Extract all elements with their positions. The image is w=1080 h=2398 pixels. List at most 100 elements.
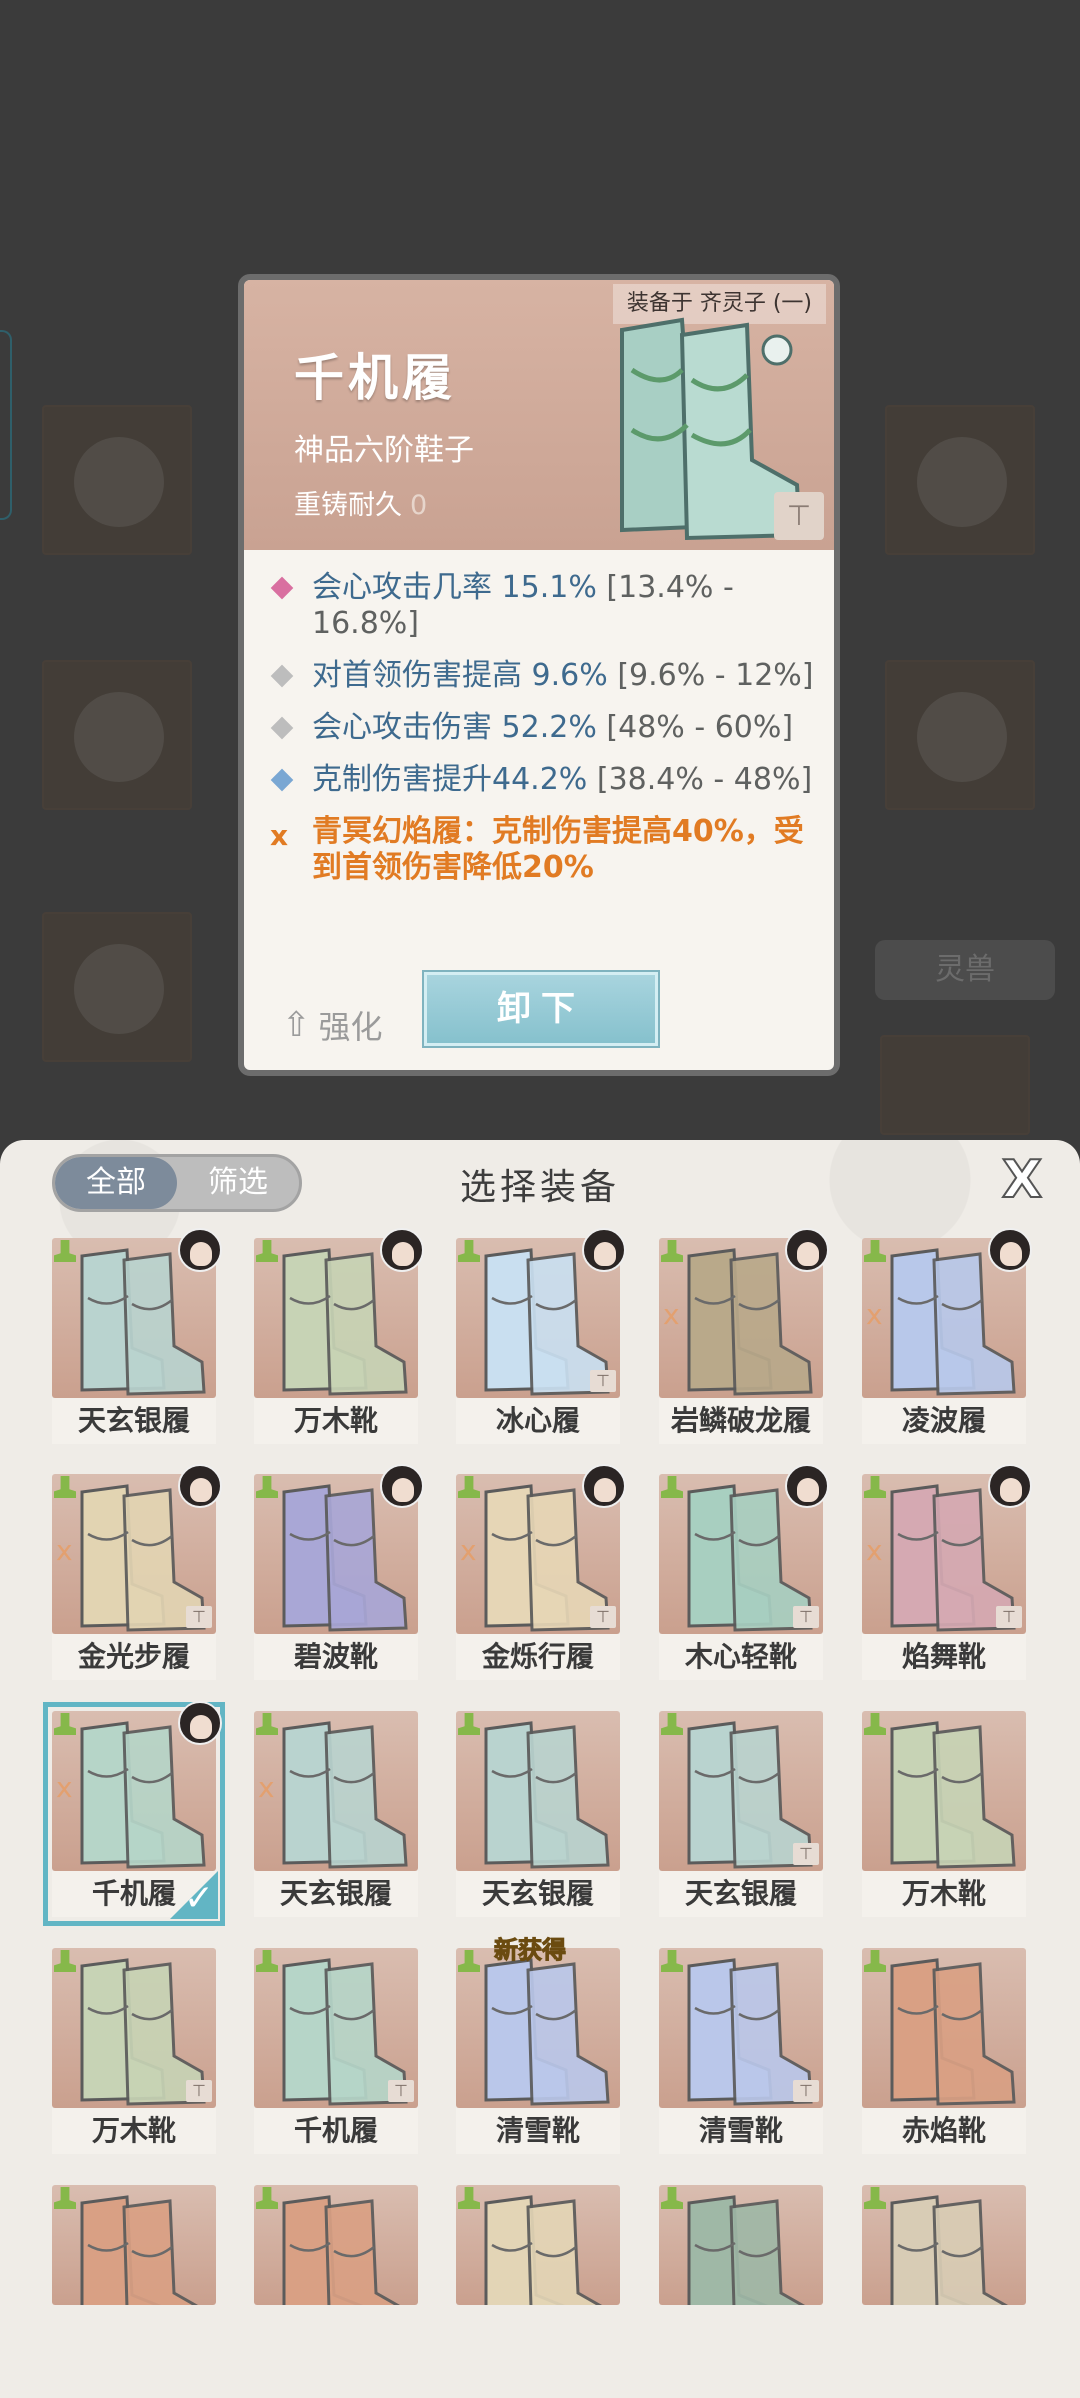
bg-equip-slot — [885, 405, 1035, 555]
owner-avatar — [380, 1228, 424, 1272]
equipment-name: 碧波靴 — [254, 1634, 418, 1680]
durability-value: 0 — [410, 490, 428, 521]
set-bonus-icon: ⅹ — [270, 819, 289, 852]
set-icon: ⅹ — [866, 1298, 883, 1331]
equipment-slot[interactable] — [50, 2183, 218, 2305]
equipment-slot[interactable]: ⅹ ⊤ 金光步履 — [50, 1464, 222, 1682]
stat-value: 15.1% — [501, 570, 597, 605]
lock-icon: ⊤ — [793, 1606, 819, 1628]
stat-key: 克制伤害提升 — [312, 762, 492, 797]
equipment-slot[interactable]: ⅹ 岩鳞破龙履 — [657, 1228, 829, 1446]
side-tab-edge — [0, 330, 12, 520]
equipment-slot[interactable]: ⅹ ⊤ 金烁行履 — [454, 1464, 626, 1682]
bg-equip-slot — [42, 405, 192, 555]
set-icon: ⅹ — [663, 1298, 680, 1331]
set-bonus-text: 青冥幻焰履：克制伤害提高40%，受到首领伤害降低20% — [312, 814, 804, 885]
equipment-name: 金光步履 — [52, 1634, 216, 1680]
owner-avatar — [582, 1228, 626, 1272]
unequip-button[interactable]: 卸下 — [424, 972, 658, 1046]
equipment-slot[interactable]: ⊤ 冰心履 — [454, 1228, 626, 1446]
owner-avatar — [988, 1228, 1032, 1272]
stat-line: 对首领伤害提高 9.6% [9.6% - 12%] — [268, 658, 828, 694]
equipment-name: 天玄银履 — [254, 1871, 418, 1917]
equipment-name: 焰舞靴 — [862, 1634, 1026, 1680]
spirit-beast-tab: 灵兽 — [875, 940, 1055, 1000]
lock-icon: ⊤ — [996, 1606, 1022, 1628]
set-bonus: ⅹ 青冥幻焰履：克制伤害提高40%，受到首领伤害降低20% — [268, 814, 828, 886]
equipment-name: 千机履 — [254, 2108, 418, 2154]
bg-equip-slot — [880, 1035, 1030, 1135]
equipment-name: 凌波履 — [862, 1398, 1026, 1444]
equipment-slot[interactable] — [454, 2183, 622, 2305]
equipment-name: 赤焰靴 — [862, 2108, 1026, 2154]
boot-thumbnail — [862, 1711, 1026, 1871]
owner-avatar — [582, 1464, 626, 1508]
durability-label: 重铸耐久 — [294, 490, 402, 521]
stat-line: 克制伤害提升44.2% [38.4% - 48%] — [268, 762, 828, 798]
lock-icon: ⊤ — [793, 2080, 819, 2102]
boot-thumbnail — [456, 1711, 620, 1871]
equipment-name: 万木靴 — [862, 1871, 1026, 1917]
lock-icon: ⊤ — [590, 1370, 616, 1392]
equipment-slot[interactable]: ⅹ 天玄银履 — [252, 1709, 420, 1919]
equipment-slot[interactable]: 天玄银履 — [454, 1709, 622, 1919]
equipment-slot[interactable]: 万木靴 — [860, 1709, 1028, 1919]
equipment-slot[interactable]: ⊤ 木心轻靴 — [657, 1464, 829, 1682]
panel-title: 选择装备 — [459, 1167, 620, 1208]
close-icon[interactable]: X — [994, 1151, 1050, 1209]
owner-avatar — [988, 1464, 1032, 1508]
bg-equip-slot — [42, 912, 192, 1062]
stat-key: 会心攻击几率 — [312, 570, 492, 605]
equipment-slot[interactable]: 清雪靴 新获得 — [454, 1936, 622, 2156]
rarity-diamond-icon — [270, 716, 294, 740]
equipment-slot[interactable]: ⊤ 天玄银履 — [657, 1709, 825, 1919]
equipment-slot[interactable]: ⅹ 千机履 ✓ — [43, 1701, 225, 1926]
boot-thumbnail — [862, 1948, 1026, 2108]
stat-value: 9.6% — [531, 658, 608, 693]
stat-value: 44.2% — [492, 762, 588, 797]
item-grade: 神品六阶鞋子 — [294, 433, 474, 468]
detail-header: 装备于 齐灵子 (一) 千机履 神品六阶鞋子 重铸耐久 0 ⊤ — [244, 280, 834, 550]
lock-icon: ⊤ — [388, 2080, 414, 2102]
set-icon: ⅹ — [460, 1534, 477, 1567]
boot-thumbnail: ⊤ — [659, 1948, 823, 2108]
enhance-button[interactable]: ⇧ 强化 — [282, 1000, 383, 1050]
equipment-slot[interactable]: 天玄银履 — [50, 1228, 222, 1446]
equipment-slot[interactable]: ⅹ 凌波履 — [860, 1228, 1032, 1446]
equipment-select-panel: 全部 筛选 选择装备 X 天玄银履 万木靴 ⊤ 冰心履 ⅹ 岩鳞破龙履 ⅹ 凌波履 ⅹ ⊤ 金光步履… — [0, 1140, 1080, 2398]
equipment-slot[interactable]: ⊤ 清雪靴 — [657, 1946, 825, 2156]
stat-key: 会心攻击伤害 — [312, 710, 492, 745]
equipment-slot[interactable]: ⅹ ⊤ 焰舞靴 — [860, 1464, 1032, 1682]
equipment-slot[interactable]: 万木靴 — [252, 1228, 424, 1446]
equipment-slot[interactable]: ⊤ 万木靴 — [50, 1946, 218, 2156]
equipment-detail-card: 装备于 齐灵子 (一) 千机履 神品六阶鞋子 重铸耐久 0 ⊤ 会心攻击几率 15… — [238, 274, 840, 1076]
rarity-diamond-icon — [270, 664, 294, 688]
enhance-label: 强化 — [318, 1008, 383, 1046]
owner-avatar — [178, 1464, 222, 1508]
equipment-name: 万木靴 — [254, 1398, 418, 1444]
equipment-slot[interactable]: ⊤ 千机履 — [252, 1946, 420, 2156]
equipment-name: 天玄银履 — [52, 1398, 216, 1444]
boot-thumbnail — [456, 2185, 620, 2305]
boot-thumbnail: ⊤ — [52, 1948, 216, 2108]
boot-thumbnail: ⊤ — [659, 1711, 823, 1871]
boot-thumbnail — [659, 2185, 823, 2305]
lock-icon[interactable]: ⊤ — [774, 492, 824, 540]
owner-avatar — [178, 1701, 222, 1745]
equipment-slot[interactable] — [252, 2183, 420, 2305]
lock-icon: ⊤ — [186, 2080, 212, 2102]
equipment-name: 冰心履 — [456, 1398, 620, 1444]
lock-icon: ⊤ — [590, 1606, 616, 1628]
item-name: 千机履 — [294, 348, 456, 407]
boot-thumbnail — [254, 2185, 418, 2305]
equipment-name: 木心轻靴 — [659, 1634, 823, 1680]
stat-list: 会心攻击几率 15.1% [13.4% - 16.8%] 对首领伤害提高 9.6… — [268, 570, 828, 902]
equipment-slot[interactable]: 碧波靴 — [252, 1464, 424, 1682]
lock-icon: ⊤ — [793, 1843, 819, 1865]
equipment-slot[interactable] — [657, 2183, 825, 2305]
equipment-slot[interactable]: 赤焰靴 — [860, 1946, 1028, 2156]
rarity-diamond-icon — [270, 576, 294, 600]
stat-range: [9.6% - 12%] — [617, 658, 814, 693]
equipment-slot[interactable] — [860, 2183, 1028, 2305]
rarity-diamond-icon — [270, 768, 294, 792]
